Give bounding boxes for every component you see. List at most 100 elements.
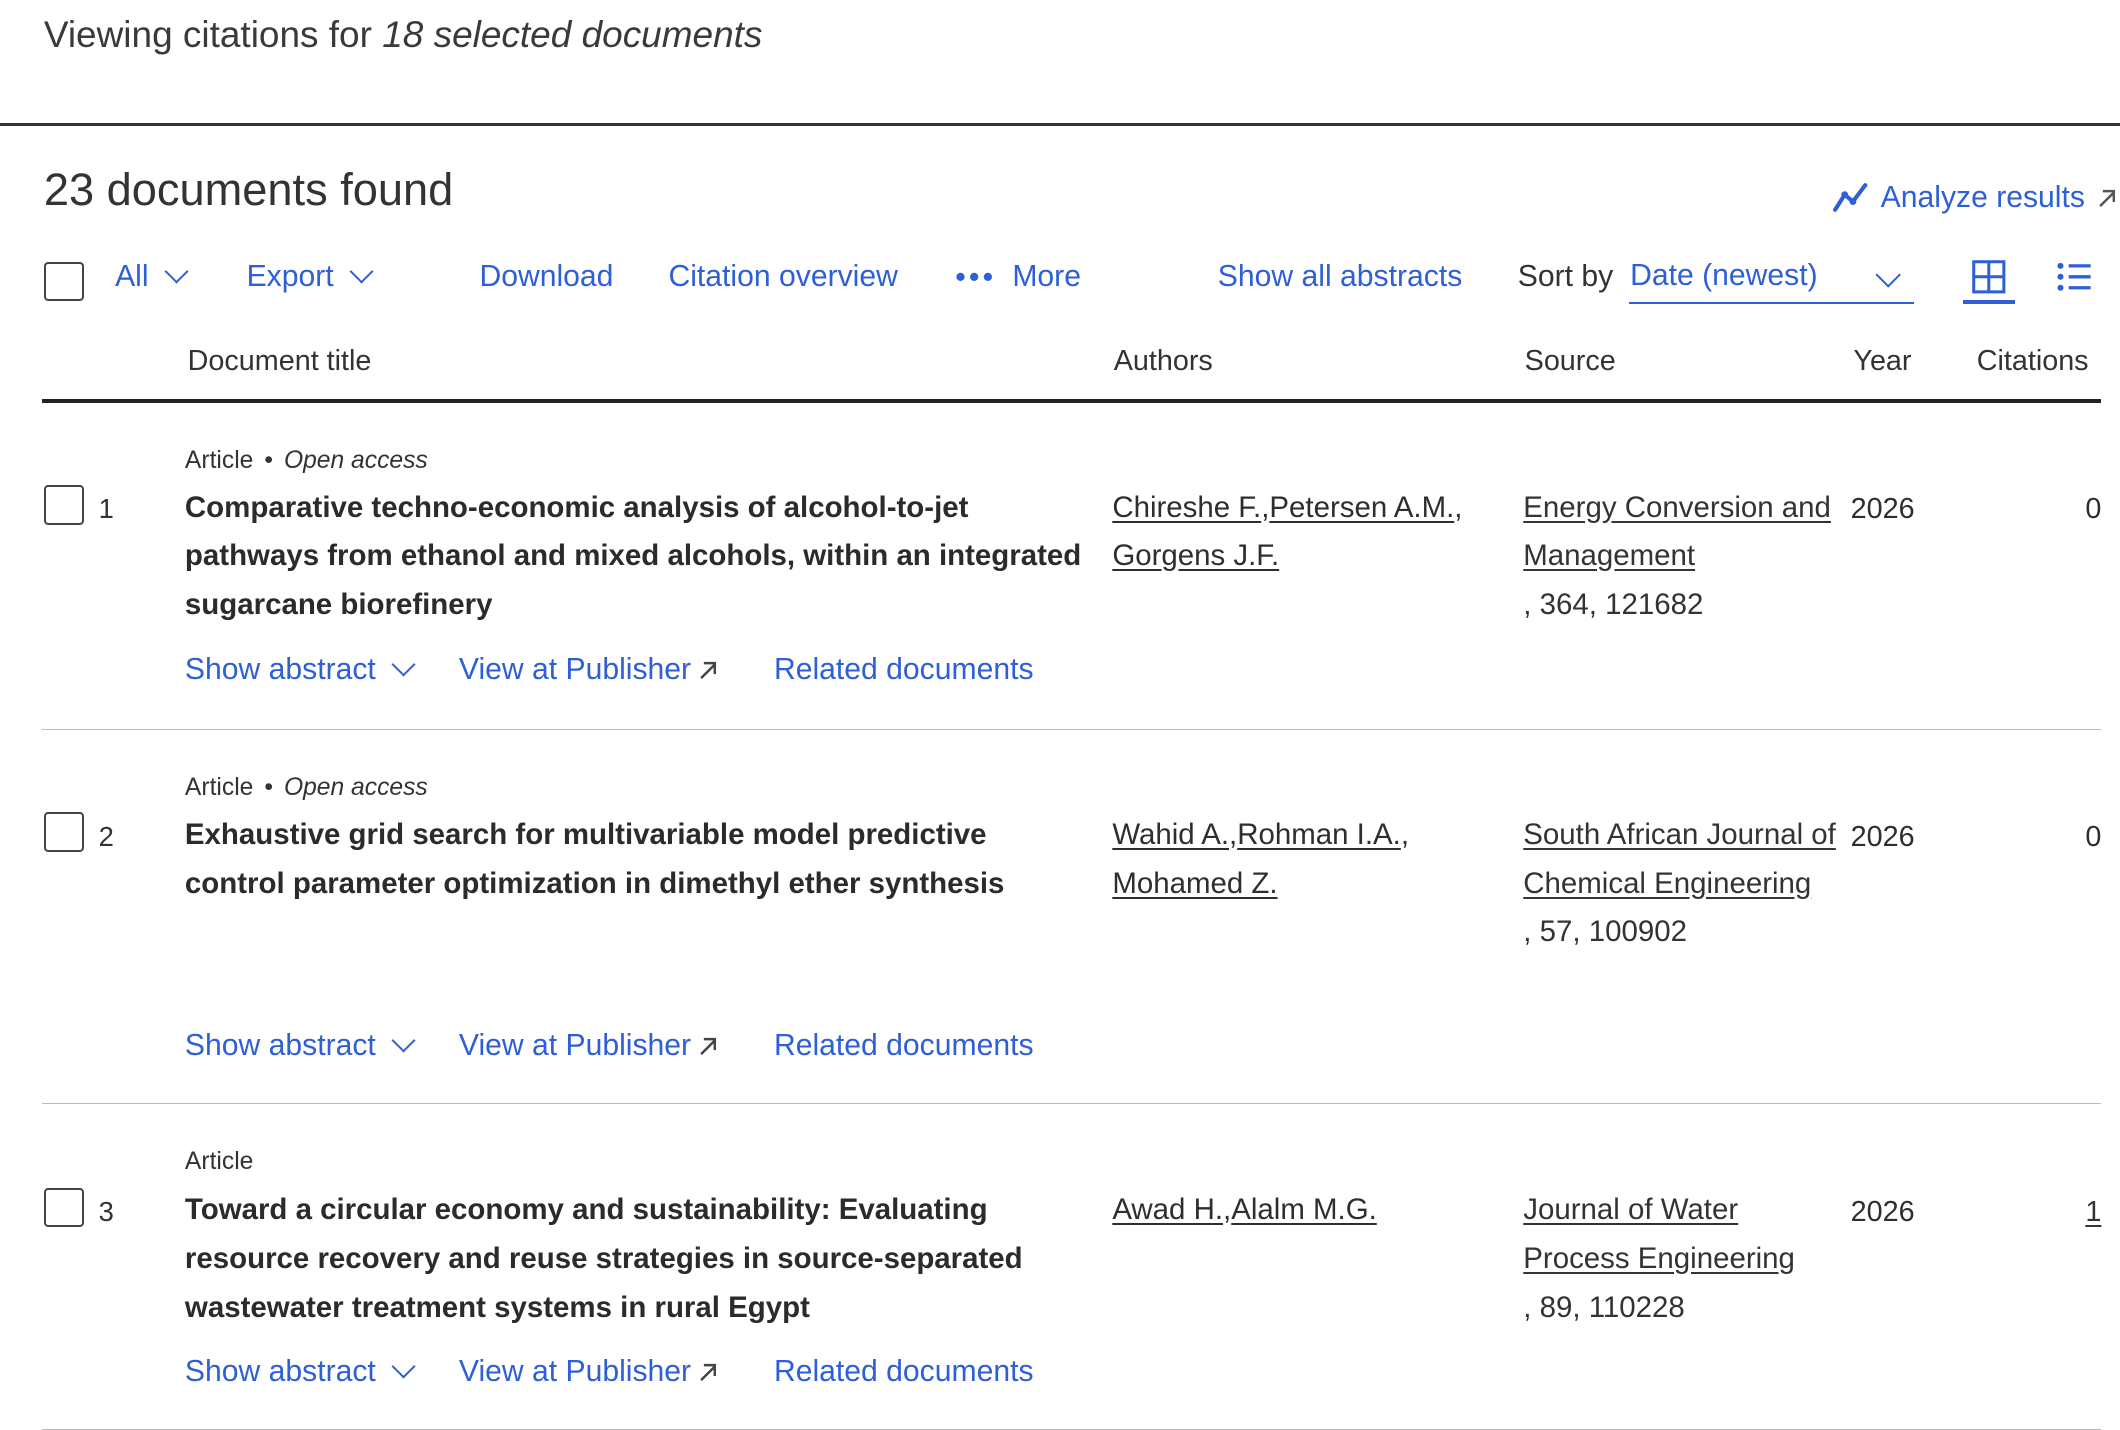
author-link[interactable]: Rohman I.A.	[1237, 818, 1401, 851]
sort-label: Sort by	[1517, 260, 1614, 294]
related-documents-link[interactable]: Related documents	[774, 1355, 1034, 1389]
row-checkbox[interactable]	[43, 484, 84, 525]
select-all-checkbox[interactable]	[43, 261, 84, 302]
document-meta: Article • Open access	[184, 446, 428, 474]
author-link[interactable]: Awad H.	[1112, 1193, 1223, 1226]
year-value: 2026	[1850, 1195, 1915, 1228]
citations-count-link[interactable]: 1	[2085, 1196, 2101, 1229]
source-cell: Energy Conversion and Management , 364, …	[1523, 484, 1852, 630]
source-link[interactable]: Energy Conversion and Management	[1523, 491, 1831, 573]
author-link[interactable]: Gorgens J.F.	[1112, 539, 1279, 572]
column-header-authors[interactable]: Authors	[1114, 345, 1213, 378]
more-button[interactable]: More	[955, 260, 1081, 294]
citations-count: 0	[2085, 820, 2102, 853]
view-at-publisher-link[interactable]: View at Publisher	[459, 1029, 719, 1063]
document-title-link[interactable]: Toward a circular economy and sustainabi…	[185, 1186, 1089, 1332]
row-number: 2	[98, 820, 114, 852]
sort-select[interactable]: Date (newest)	[1628, 255, 1914, 305]
author-link[interactable]: Mohamed Z.	[1112, 867, 1277, 900]
analyze-results-label: Analyze results	[1880, 180, 2085, 214]
show-abstract-label: Show abstract	[184, 1028, 376, 1062]
list-view-toggle[interactable]	[2055, 259, 2096, 300]
view-at-publisher-link[interactable]: View at Publisher	[459, 653, 719, 687]
row-divider	[42, 728, 2102, 731]
viewing-count: 18 selected documents	[382, 13, 763, 55]
document-title-link[interactable]: Exhaustive grid search for multivariable…	[185, 811, 1089, 908]
chevron-down-icon	[391, 652, 416, 678]
row-checkbox[interactable]	[43, 1187, 84, 1228]
analyze-results-link[interactable]: Analyze results	[1831, 181, 2117, 215]
citation-overview-button[interactable]: Citation overview	[668, 260, 897, 294]
results-toolbar: All Export Download Citation overview Mo…	[0, 258, 2120, 305]
related-documents-link[interactable]: Related documents	[774, 1029, 1034, 1063]
export-label: Export	[246, 260, 334, 294]
column-header-citations[interactable]: Citations	[1977, 345, 2089, 378]
document-type: Article	[184, 1147, 254, 1175]
author-link[interactable]: Alalm M.G.	[1231, 1193, 1377, 1226]
more-label: More	[1012, 260, 1081, 294]
show-abstract-button[interactable]: Show abstract	[184, 1028, 416, 1063]
chevron-down-icon	[349, 259, 374, 284]
row-number: 1	[98, 493, 114, 525]
viewing-prefix: Viewing citations for	[43, 13, 372, 55]
row-checkbox[interactable]	[43, 812, 84, 853]
show-abstract-label: Show abstract	[184, 653, 376, 687]
view-at-publisher-link[interactable]: View at Publisher	[459, 1355, 719, 1389]
source-detail: , 89, 110228	[1523, 1290, 1685, 1324]
author-link[interactable]: Wahid A.	[1112, 818, 1229, 851]
row-number: 3	[98, 1195, 114, 1227]
open-access-label: Open access	[283, 773, 428, 801]
authors-list: Awad H.,Alalm M.G.	[1112, 1193, 1377, 1227]
column-header-year[interactable]: Year	[1853, 345, 1911, 378]
header-divider	[42, 398, 2102, 403]
documents-found-count: 23 documents found	[43, 164, 454, 216]
show-all-abstracts-button[interactable]: Show all abstracts	[1218, 260, 1462, 294]
select-all-dropdown[interactable]: All	[115, 259, 189, 294]
external-arrow-icon	[699, 1037, 716, 1055]
external-arrow-icon	[699, 1363, 716, 1381]
source-detail: , 57, 100902	[1523, 915, 1687, 949]
authors-list: Wahid A.,Rohman I.A., Mohamed Z.	[1112, 817, 1410, 900]
chevron-down-icon	[391, 1028, 416, 1053]
grid-icon	[1972, 260, 2006, 294]
chevron-down-icon	[391, 1354, 416, 1379]
show-abstract-button[interactable]: Show abstract	[185, 1354, 416, 1389]
author-link[interactable]: Chireshe F.	[1112, 491, 1261, 524]
document-meta: Article	[185, 1148, 253, 1176]
sort-value: Date (newest)	[1630, 258, 1818, 292]
year-value: 2026	[1850, 493, 1915, 526]
table-view-toggle[interactable]	[1963, 258, 2016, 305]
analyze-chart-icon	[1833, 183, 1868, 213]
column-header-title[interactable]: Document title	[188, 345, 372, 378]
authors-list: Chireshe F.,Petersen A.M., Gorgens J.F.	[1112, 490, 1463, 573]
column-header-source[interactable]: Source	[1525, 345, 1616, 378]
author-link[interactable]: Petersen A.M.	[1269, 491, 1454, 524]
source-detail: , 364, 121682	[1523, 587, 1704, 621]
document-type: Article	[184, 773, 254, 801]
chevron-down-icon	[164, 259, 189, 284]
citations-count: 0	[2085, 493, 2102, 526]
source-cell: Journal of Water Process Engineering , 8…	[1523, 1186, 1852, 1332]
document-type: Article	[184, 446, 254, 474]
more-dots-icon	[956, 273, 992, 282]
chevron-down-icon	[1874, 261, 1902, 289]
view-publisher-label: View at Publisher	[458, 1028, 692, 1062]
export-dropdown[interactable]: Export	[246, 259, 374, 294]
external-arrow-icon	[2099, 189, 2115, 207]
row-divider	[42, 1102, 2102, 1105]
view-publisher-label: View at Publisher	[458, 653, 692, 687]
all-label: All	[115, 260, 149, 294]
related-documents-link[interactable]: Related documents	[774, 653, 1034, 687]
show-abstract-button[interactable]: Show abstract	[184, 652, 416, 687]
document-title-link[interactable]: Comparative techno-economic analysis of …	[185, 484, 1089, 630]
viewing-citations-header: Viewing citations for 18 selected docume…	[44, 14, 763, 56]
download-button[interactable]: Download	[479, 260, 613, 294]
year-value: 2026	[1850, 820, 1915, 853]
source-link[interactable]: South African Journal of Chemical Engine…	[1523, 818, 1836, 900]
document-meta: Article • Open access	[184, 773, 428, 801]
source-link[interactable]: Journal of Water Process Engineering	[1523, 1193, 1795, 1275]
open-access-label: Open access	[283, 446, 428, 474]
divider	[0, 123, 2120, 127]
source-cell: South African Journal of Chemical Engine…	[1523, 811, 1852, 957]
list-icon	[2057, 262, 2091, 291]
